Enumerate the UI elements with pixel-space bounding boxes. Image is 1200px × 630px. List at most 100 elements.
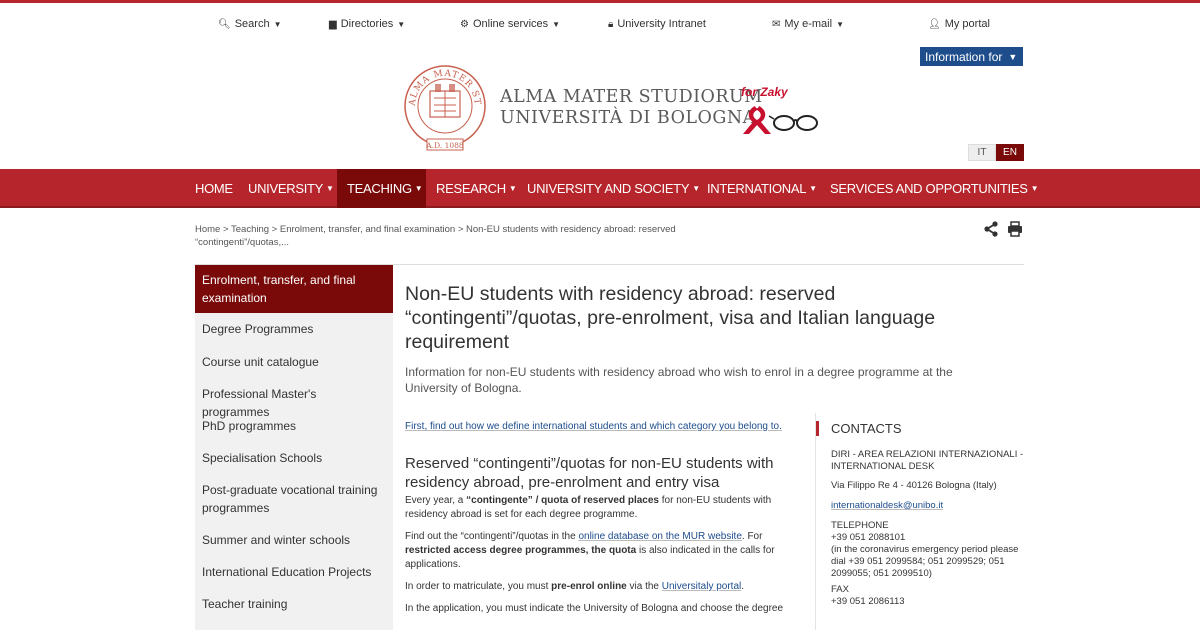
nav-international[interactable]: INTERNATIONAL ▼ <box>697 169 827 208</box>
logo-line-2: UNIVERSITÀ DI BOLOGNA <box>500 108 756 128</box>
main-navigation: HOME UNIVERSITY ▼ TEACHING ▼ RESEARCH ▼ … <box>0 169 1200 208</box>
text-bold: pre-enrol online <box>551 581 627 592</box>
chevron-down-icon: ▼ <box>836 19 844 29</box>
language-en-button[interactable]: EN <box>996 144 1024 161</box>
university-logo[interactable]: ALMA MATER STUDIORUM A.D. 1088 ALMA MATE… <box>403 60 823 158</box>
chevron-down-icon: ▼ <box>1030 184 1039 193</box>
chevron-down-icon: ▼ <box>397 19 406 29</box>
print-icon[interactable] <box>1007 221 1023 237</box>
nav-teaching[interactable]: TEACHING ▼ <box>337 169 426 208</box>
directory-icon: ▆ <box>329 18 337 30</box>
page-intro: Information for non-EU students with res… <box>405 365 953 395</box>
international-students-link[interactable]: First, find out how we define internatio… <box>405 421 782 432</box>
gears-icon: ⚙ <box>460 18 469 30</box>
text: via the <box>626 581 662 592</box>
paragraph-quota: Every year, a “contingente” / quota of r… <box>405 494 800 522</box>
section-heading: Reserved “contingenti”/quotas for non-EU… <box>405 455 774 491</box>
lock-icon: 🔒︎ <box>608 18 614 30</box>
portal-link[interactable]: 👤︎ My portal <box>928 18 990 30</box>
information-for-button[interactable]: Information for ▼ <box>920 47 1023 66</box>
chevron-down-icon: ▼ <box>809 184 817 193</box>
nav-university[interactable]: UNIVERSITY ▼ <box>238 169 344 208</box>
email-menu[interactable]: ✉ My e-mail ▼ <box>772 18 844 30</box>
contact-organisation: DIRI - AREA RELAZIONI INTERNAZIONALI - I… <box>831 449 1024 472</box>
breadcrumb-enrolment[interactable]: Enrolment, transfer, and final examinati… <box>280 224 455 235</box>
online-services-menu[interactable]: ⚙ Online services ▼ <box>460 18 560 30</box>
directories-label: Directories <box>340 18 394 30</box>
text: . <box>741 581 745 592</box>
search-icon: 🔍︎ <box>218 18 231 30</box>
chevron-down-icon: ▼ <box>552 19 561 29</box>
breadcrumb: Home > Teaching > Enrolment, transfer, a… <box>195 224 676 248</box>
nav-university-and-society[interactable]: UNIVERSITY AND SOCIETY ▼ <box>517 169 710 208</box>
directories-menu[interactable]: ▆ Directories ▼ <box>329 18 405 30</box>
contacts-panel: CONTACTS DIRI - AREA RELAZIONI INTERNAZI… <box>815 413 1026 630</box>
text-bold: restricted access degree programmes, the… <box>405 545 637 556</box>
nav-home-label: HOME <box>195 181 233 196</box>
nav-university-label: UNIVERSITY <box>248 181 324 196</box>
search-menu[interactable]: 🔍︎ Search ▼ <box>218 18 281 30</box>
paragraph-application: In the application, you must indicate th… <box>405 603 784 614</box>
sidebar-item-specialisation-schools[interactable]: Specialisation Schools <box>195 449 393 467</box>
nav-home[interactable]: HOME <box>185 169 243 208</box>
text-bold: “contingente” / quota of reserved places <box>466 495 659 506</box>
sidebar-item-course-catalogue[interactable]: Course unit catalogue <box>195 353 393 371</box>
breadcrumb-home[interactable]: Home <box>195 224 220 235</box>
language-it-button[interactable]: IT <box>968 144 996 161</box>
text: In order to matriculate, you must <box>405 581 552 592</box>
online-services-label: Online services <box>472 18 549 30</box>
chevron-down-icon: ▼ <box>508 184 517 193</box>
contacts-body: DIRI - AREA RELAZIONI INTERNAZIONALI - I… <box>831 449 1031 608</box>
sidebar-item-summer-winter-schools[interactable]: Summer and winter schools <box>195 531 393 549</box>
university-seal-icon: ALMA MATER STUDIORUM A.D. 1088 <box>403 60 486 151</box>
main-content: First, find out how we define internatio… <box>405 420 800 624</box>
share-icon[interactable] <box>983 221 999 237</box>
contact-address: Via Filippo Re 4 - 40126 Bologna (Italy) <box>831 480 997 491</box>
envelope-icon: ✉ <box>772 18 781 30</box>
intranet-link[interactable]: 🔒︎ University Intranet <box>608 18 706 30</box>
text: Find out the “contingenti”/quotas in the <box>405 531 579 542</box>
utility-bar: 🔍︎ Search ▼ ▆ Directories ▼ ⚙ Online ser… <box>0 18 1200 40</box>
top-accent-line <box>0 0 1200 3</box>
nav-services-label: SERVICES AND OPPORTUNITIES <box>830 181 1028 196</box>
sidebar-item-teacher-training[interactable]: Teacher training <box>195 595 393 613</box>
seal-year: A.D. 1088 <box>425 141 464 150</box>
contact-telephone-label: TELEPHONE <box>831 520 889 531</box>
section-sidebar: Enrolment, transfer, and final examinati… <box>195 265 393 630</box>
text: Every year, a <box>405 495 467 506</box>
chevron-down-icon: ▼ <box>273 19 282 29</box>
contact-email-link[interactable]: internationaldesk@unibo.it <box>831 500 1031 512</box>
logo-line-1: ALMA MATER STUDIORUM <box>500 87 763 107</box>
contact-telephone-note: (in the coronavirus emergency period ple… <box>831 544 1019 579</box>
breadcrumb-teaching[interactable]: Teaching <box>231 224 269 235</box>
nav-research[interactable]: RESEARCH ▼ <box>426 169 526 208</box>
nav-services-and-opportunities[interactable]: SERVICES AND OPPORTUNITIES ▼ <box>820 169 1048 208</box>
seal-text: ALMA MATER STUDIORUM <box>403 60 481 107</box>
universitaly-link[interactable]: Universitaly portal <box>662 581 741 592</box>
paragraph-preenrol: In order to matriculate, you must pre-en… <box>405 580 800 594</box>
intranet-label: University Intranet <box>617 18 706 30</box>
nav-teaching-label: TEACHING <box>347 181 412 196</box>
contact-fax-label: FAX <box>831 584 849 595</box>
nav-research-label: RESEARCH <box>436 181 506 196</box>
ribbon-glasses-icon <box>743 106 818 134</box>
paragraph-database: Find out the “contingenti”/quotas in the… <box>405 530 800 572</box>
text: . For <box>741 531 763 542</box>
sidebar-item-international-projects[interactable]: International Education Projects <box>195 563 393 581</box>
sidebar-item-degree-programmes[interactable]: Degree Programmes <box>195 320 393 338</box>
contact-fax: +39 051 2086113 <box>831 596 905 607</box>
chevron-down-icon: ▼ <box>1008 51 1018 62</box>
mur-database-link[interactable]: online database on the MUR website <box>578 531 741 542</box>
contacts-title: CONTACTS <box>816 421 902 436</box>
information-for-label: Information for <box>925 49 1003 64</box>
sidebar-item-enrolment[interactable]: Enrolment, transfer, and final examinati… <box>195 265 393 313</box>
email-label: My e-mail <box>784 18 833 30</box>
sidebar-item-postgraduate-training[interactable]: Post-graduate vocational training progra… <box>195 481 393 517</box>
nav-university-and-society-label: UNIVERSITY AND SOCIETY <box>527 181 690 196</box>
sidebar-item-professional-masters[interactable]: Professional Master's programmes <box>195 385 393 421</box>
chevron-down-icon: ▼ <box>414 184 423 193</box>
logo-wordmark: ALMA MATER STUDIORUM UNIVERSITÀ DI BOLOG… <box>500 87 763 129</box>
sidebar-item-phd[interactable]: PhD programmes <box>195 417 393 435</box>
chevron-down-icon: ▼ <box>326 184 334 193</box>
nav-international-label: INTERNATIONAL <box>707 181 807 196</box>
